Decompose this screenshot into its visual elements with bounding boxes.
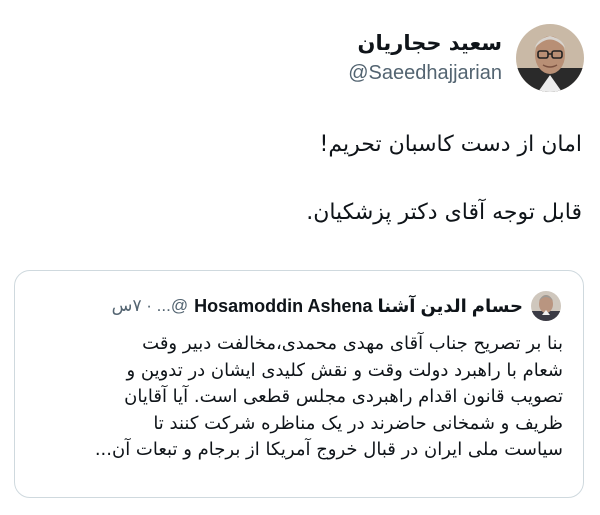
- author-info: سعید حجاریان @Saeedhajjarian: [348, 29, 502, 87]
- quoted-line: سیاست ملی ایران در قبال خروج آمریکا از ب…: [94, 439, 563, 460]
- tweet-line-1: امان از دست کاسبان تحریم!: [319, 132, 582, 157]
- quoted-line: ظریف و شمخانی حاضرند در یک مناظره شرکت ک…: [153, 412, 563, 434]
- quoted-line: تصویب قانون اقدام راهبردی مجلس قطعی است.…: [124, 386, 563, 407]
- author-avatar[interactable]: [516, 24, 584, 92]
- author-display-name[interactable]: سعید حجاریان: [358, 29, 502, 57]
- quoted-avatar[interactable]: [531, 291, 561, 321]
- quoted-line: شعام با راهبرد دولت وقت و نقش کلیدی ایشا…: [126, 359, 563, 381]
- quoted-handle-time: @... · ۷س: [111, 296, 189, 315]
- quoted-header: Hosamoddin Ashena حسام الدین آشنا @... ·…: [15, 291, 561, 321]
- tweet-text: امان از دست کاسبان تحریم! قابل توجه آقای…: [22, 128, 582, 230]
- author-handle[interactable]: @Saeedhajjarian: [348, 59, 502, 87]
- tweet-line-2: قابل توجه آقای دکتر پزشکیان.: [306, 200, 582, 225]
- quoted-tweet[interactable]: Hosamoddin Ashena حسام الدین آشنا @... ·…: [14, 270, 584, 498]
- quoted-text: بنا بر تصریح جناب آقای مهدی محمدی،مخالفت…: [33, 331, 563, 464]
- quoted-display-name[interactable]: Hosamoddin Ashena حسام الدین آشنا: [194, 296, 523, 317]
- tweet-header: سعید حجاریان @Saeedhajjarian: [348, 24, 584, 92]
- quoted-line: بنا بر تصریح جناب آقای مهدی محمدی،مخالفت…: [142, 333, 563, 354]
